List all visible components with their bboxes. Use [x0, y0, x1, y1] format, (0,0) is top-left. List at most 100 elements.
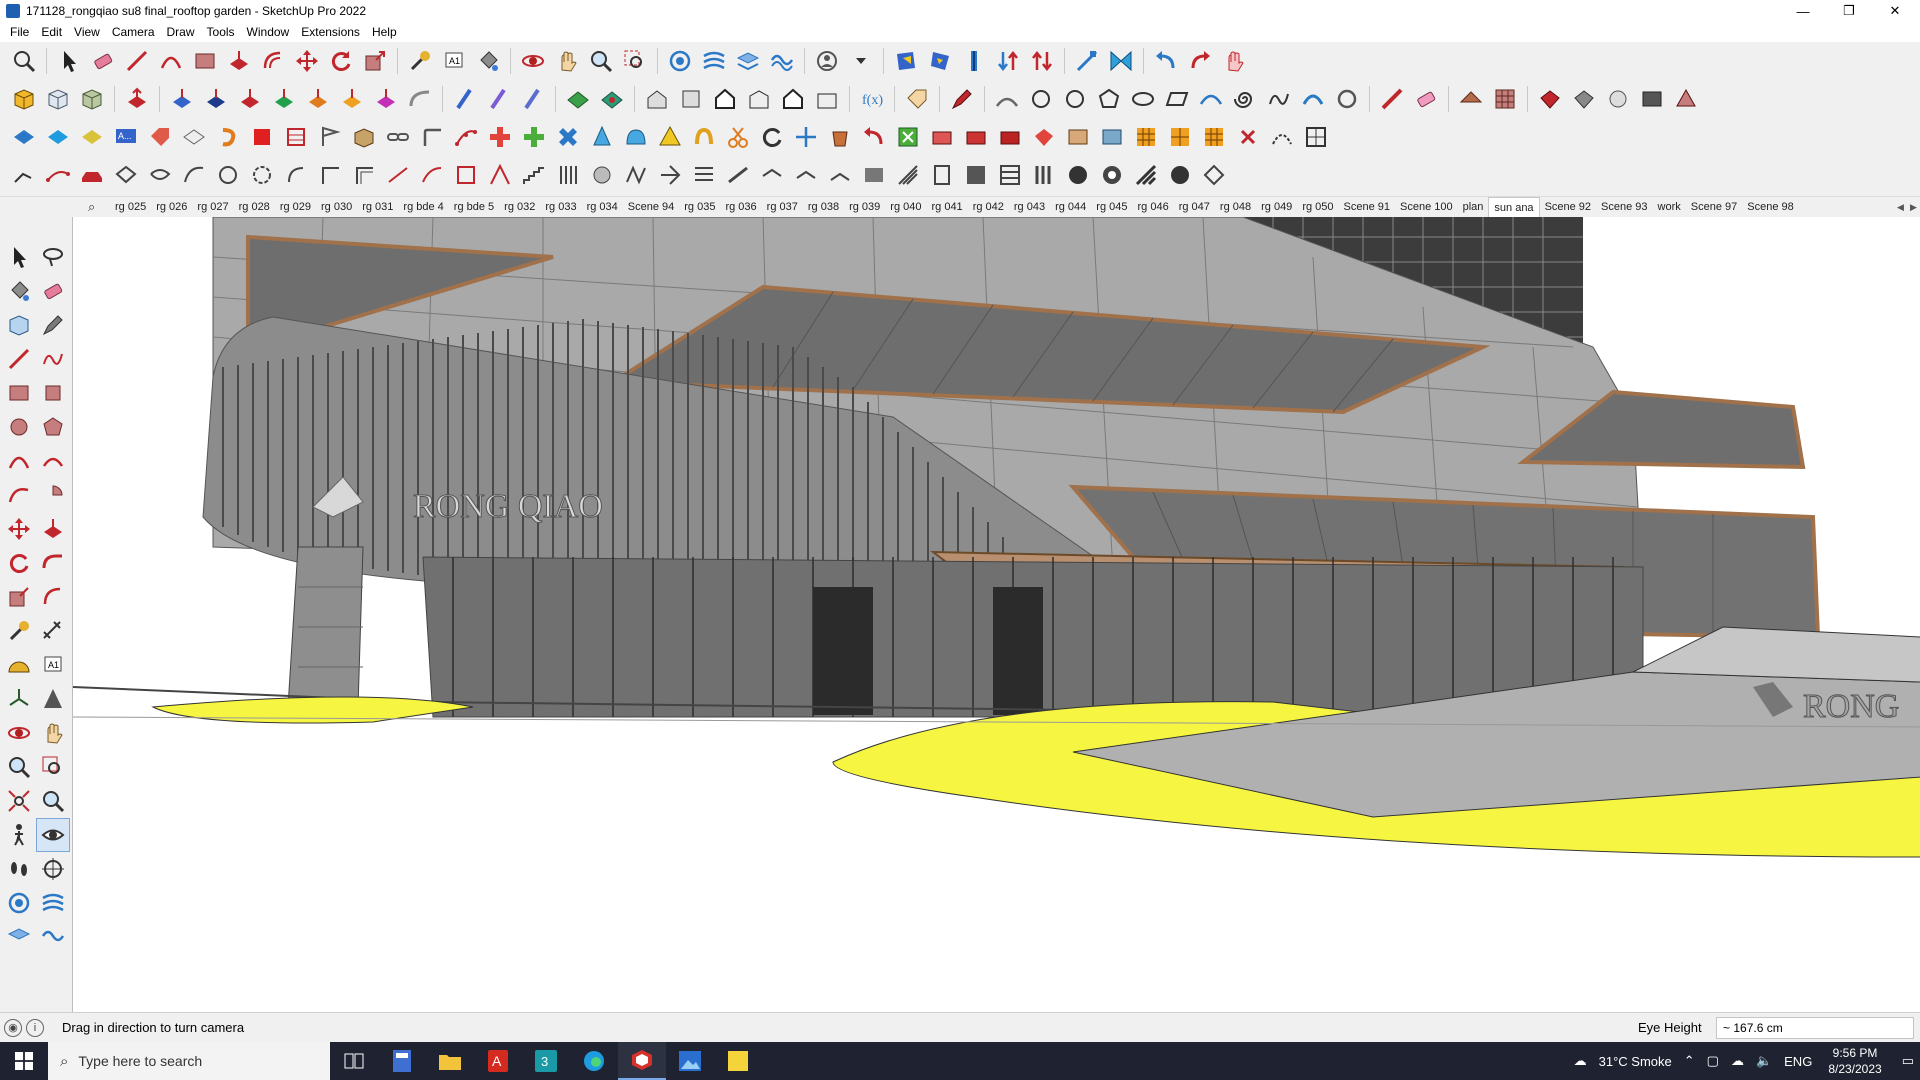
scene-scroll-right-icon[interactable]: ▶	[1910, 202, 1917, 213]
circle-outline-2-icon[interactable]	[1059, 83, 1091, 115]
taskbar-search[interactable]: ⌕ Type here to search	[48, 1042, 330, 1080]
start-button[interactable]	[0, 1042, 48, 1080]
info-icon[interactable]: i	[26, 1018, 44, 1037]
grid-orange-icon[interactable]	[1130, 121, 1162, 153]
cone-icon[interactable]	[586, 121, 618, 153]
zoom-window-icon[interactable]	[619, 45, 651, 77]
shape-1-icon[interactable]	[110, 159, 142, 191]
two-point-arc-icon[interactable]	[36, 444, 70, 478]
surface-green-icon[interactable]	[562, 83, 594, 115]
menu-extensions[interactable]: Extensions	[295, 25, 366, 39]
corner-icon[interactable]	[416, 121, 448, 153]
polygon-tool-icon[interactable]	[36, 410, 70, 444]
shape-21-icon[interactable]	[892, 159, 924, 191]
pan-icon[interactable]	[551, 45, 583, 77]
shape-25-icon[interactable]	[1028, 159, 1060, 191]
shape-12-icon[interactable]	[484, 159, 516, 191]
menu-draw[interactable]: Draw	[161, 25, 201, 39]
orange-arc-icon[interactable]	[688, 121, 720, 153]
shape-29-icon[interactable]	[1164, 159, 1196, 191]
slash-purple-icon[interactable]	[483, 83, 515, 115]
scene-tab[interactable]: rg 042	[968, 197, 1009, 217]
tag-red-icon[interactable]	[144, 121, 176, 153]
sticky-notes-icon[interactable]	[714, 1042, 762, 1080]
polygon-icon[interactable]	[1093, 83, 1125, 115]
move-icon[interactable]	[291, 45, 323, 77]
shape-11-icon[interactable]	[450, 159, 482, 191]
rotate-icon[interactable]	[325, 45, 357, 77]
plane-cyan-icon[interactable]	[42, 121, 74, 153]
redo-icon[interactable]	[1184, 45, 1216, 77]
scene-tab[interactable]: rg 038	[803, 197, 844, 217]
scene-tab[interactable]: Scene 93	[1596, 197, 1652, 217]
push-pull-icon[interactable]	[36, 512, 70, 546]
stamp-icon[interactable]	[36, 886, 70, 920]
scene-tab[interactable]: rg 046	[1133, 197, 1174, 217]
extrude-magenta-icon[interactable]	[370, 83, 402, 115]
tape-measure-icon[interactable]	[2, 614, 36, 648]
shape-27-icon[interactable]	[1096, 159, 1128, 191]
hand-stop-icon[interactable]	[1218, 45, 1250, 77]
cross-green-icon[interactable]	[484, 121, 516, 153]
geo-location-icon[interactable]: ◉	[4, 1018, 22, 1037]
scene-tab[interactable]: Scene 98	[1742, 197, 1798, 217]
paint-bucket-icon[interactable]	[472, 45, 504, 77]
scene-tab[interactable]: rg 040	[885, 197, 926, 217]
flag-icon[interactable]	[314, 121, 346, 153]
solid-tool-icon[interactable]	[1071, 45, 1103, 77]
dots-curve-icon[interactable]	[450, 121, 482, 153]
hand-grip-icon[interactable]	[586, 159, 618, 191]
box-yellow-icon[interactable]	[8, 83, 40, 115]
measure-red-icon[interactable]	[1376, 83, 1408, 115]
tool-d-icon[interactable]	[1028, 121, 1060, 153]
3d-text-icon[interactable]	[36, 682, 70, 716]
volume-icon[interactable]: 🔈	[1756, 1053, 1772, 1069]
scene-tab[interactable]: rg 049	[1256, 197, 1297, 217]
orbit-icon[interactable]	[2, 716, 36, 750]
shape-18-icon[interactable]	[790, 159, 822, 191]
shape-28-icon[interactable]	[1130, 159, 1162, 191]
shape-6-icon[interactable]	[280, 159, 312, 191]
edge-browser-icon[interactable]	[570, 1042, 618, 1080]
extrude-green-icon[interactable]	[268, 83, 300, 115]
zoom-icon[interactable]	[2, 750, 36, 784]
scene-tab[interactable]: Scene 100	[1395, 197, 1458, 217]
calculator-app-icon[interactable]	[378, 1042, 426, 1080]
house-top-icon[interactable]	[675, 83, 707, 115]
restore-button[interactable]: ❐	[1826, 0, 1872, 22]
scene-tab[interactable]: rg 025	[110, 197, 151, 217]
tool-f-icon[interactable]	[1096, 121, 1128, 153]
refresh-icon[interactable]	[756, 121, 788, 153]
freehand-icon[interactable]	[36, 342, 70, 376]
look-around-icon[interactable]	[36, 818, 70, 852]
stamp-icon[interactable]	[698, 45, 730, 77]
shape-19-icon[interactable]	[824, 159, 856, 191]
extrude-red-icon[interactable]	[234, 83, 266, 115]
square-red-icon[interactable]	[246, 121, 278, 153]
weather-text[interactable]: 31°C Smoke	[1599, 1054, 1672, 1069]
text-tool-icon[interactable]: A1	[438, 45, 470, 77]
scene-tab[interactable]: rg 032	[499, 197, 540, 217]
menu-camera[interactable]: Camera	[106, 25, 161, 39]
scene-tab[interactable]: rg 027	[192, 197, 233, 217]
photos-app-icon[interactable]	[666, 1042, 714, 1080]
follow-me-icon[interactable]	[36, 546, 70, 580]
shape-3-icon[interactable]	[178, 159, 210, 191]
axes-icon[interactable]	[2, 682, 36, 716]
house-left-icon[interactable]	[811, 83, 843, 115]
bucket-icon[interactable]	[824, 121, 856, 153]
pan-icon[interactable]	[36, 716, 70, 750]
scene-tab[interactable]: Scene 97	[1686, 197, 1742, 217]
line-tool-icon[interactable]	[121, 45, 153, 77]
menu-view[interactable]: View	[68, 25, 106, 39]
three-point-arc-icon[interactable]	[2, 478, 36, 512]
rectangle-tool-icon[interactable]	[189, 45, 221, 77]
push-pull-icon[interactable]	[223, 45, 255, 77]
spiral-icon[interactable]	[1229, 83, 1261, 115]
scene-tab[interactable]: rg 050	[1297, 197, 1338, 217]
language-indicator[interactable]: ENG	[1784, 1054, 1812, 1069]
line-seg-icon[interactable]	[8, 159, 40, 191]
hook-orange-icon[interactable]	[212, 121, 244, 153]
plane-yellow-icon[interactable]	[76, 121, 108, 153]
house-front-icon[interactable]	[709, 83, 741, 115]
